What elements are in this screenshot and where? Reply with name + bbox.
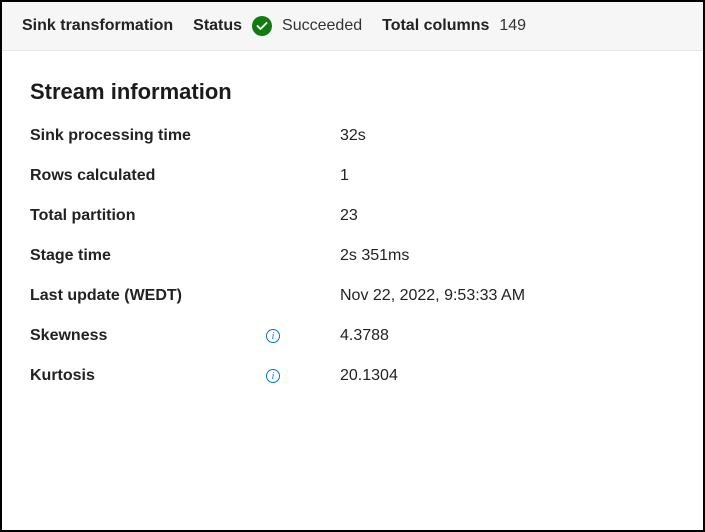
- info-label: Rows calculated: [30, 167, 155, 185]
- info-value: 1: [340, 167, 675, 185]
- info-row: Total partition 23: [30, 207, 675, 225]
- status-value: Succeeded: [282, 17, 362, 35]
- info-label-wrap: Skewness i: [30, 327, 340, 345]
- info-value: 20.1304: [340, 367, 675, 385]
- info-label: Stage time: [30, 247, 111, 265]
- info-label: Sink processing time: [30, 127, 191, 145]
- info-label-wrap: Total partition: [30, 207, 340, 225]
- info-row: Stage time 2s 351ms: [30, 247, 675, 265]
- header-bar: Sink transformation Status Succeeded Tot…: [2, 2, 703, 51]
- info-row: Last update (WEDT) Nov 22, 2022, 9:53:33 …: [30, 287, 675, 305]
- info-label-wrap: Rows calculated: [30, 167, 340, 185]
- info-value: 23: [340, 207, 675, 225]
- info-row: Skewness i 4.3788: [30, 327, 675, 345]
- info-row: Sink processing time 32s: [30, 127, 675, 145]
- info-label: Skewness: [30, 327, 107, 345]
- section-title: Stream information: [30, 79, 675, 105]
- info-icon[interactable]: i: [266, 369, 280, 383]
- columns-label: Total columns: [382, 17, 489, 35]
- info-value: 4.3788: [340, 327, 675, 345]
- info-value: 32s: [340, 127, 675, 145]
- status-group: Status Succeeded: [193, 16, 362, 36]
- content-area: Stream information Sink processing time 3…: [2, 51, 703, 427]
- info-label: Last update (WEDT): [30, 287, 182, 305]
- info-row: Kurtosis i 20.1304: [30, 367, 675, 385]
- info-label: Total partition: [30, 207, 135, 225]
- info-row: Rows calculated 1: [30, 167, 675, 185]
- columns-value: 149: [499, 17, 526, 35]
- columns-group: Total columns 149: [382, 17, 526, 35]
- info-value: 2s 351ms: [340, 247, 675, 265]
- status-label: Status: [193, 17, 242, 35]
- info-value: Nov 22, 2022, 9:53:33 AM: [340, 287, 675, 305]
- info-label: Kurtosis: [30, 367, 95, 385]
- info-icon[interactable]: i: [266, 329, 280, 343]
- info-rows-container: Sink processing time 32s Rows calculated 1 T…: [30, 127, 675, 385]
- success-check-icon: [252, 16, 272, 36]
- transformation-type: Sink transformation: [22, 17, 173, 35]
- info-label-wrap: Stage time: [30, 247, 340, 265]
- transformation-label: Sink transformation: [22, 17, 173, 35]
- info-label-wrap: Last update (WEDT): [30, 287, 340, 305]
- info-label-wrap: Sink processing time: [30, 127, 340, 145]
- info-label-wrap: Kurtosis i: [30, 367, 340, 385]
